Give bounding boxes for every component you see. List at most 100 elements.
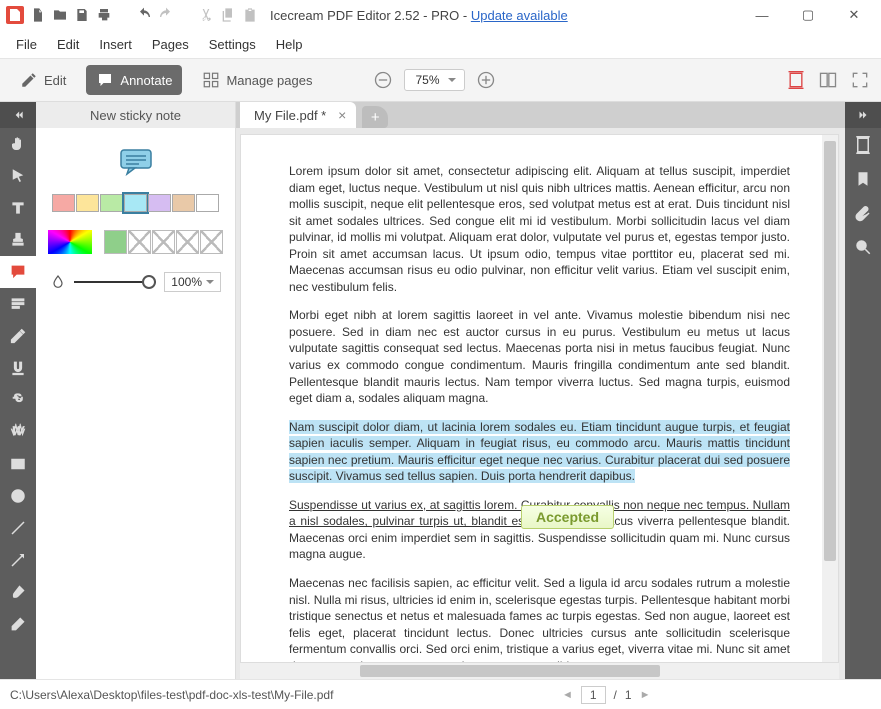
edit-label: Edit [44,73,66,88]
empty-swatch[interactable] [176,230,199,254]
opacity-slider[interactable] [74,281,156,283]
tab-label: My File.pdf * [254,108,326,123]
speech-icon [96,71,114,89]
menu-bar: File Edit Insert Pages Settings Help [0,30,881,58]
tool-line[interactable] [0,512,36,544]
tool-wavy[interactable]: W [0,416,36,448]
panel-attachments[interactable] [845,196,881,230]
tool-pencil[interactable] [0,320,36,352]
tool-text[interactable] [0,192,36,224]
swatch[interactable] [196,194,219,212]
copy-icon[interactable] [220,7,236,23]
zoom-select[interactable]: 75% [404,69,464,91]
swatch[interactable] [52,194,75,212]
new-tab-button[interactable]: + [362,106,388,128]
file-tab[interactable]: My File.pdf * × [240,102,356,128]
collapse-right-button[interactable] [845,102,881,128]
cut-icon[interactable] [198,7,214,23]
page-sep: / [614,688,617,702]
page-next-icon[interactable]: ► [640,689,651,701]
empty-swatch[interactable] [200,230,223,254]
tool-strikeout[interactable] [0,384,36,416]
tool-circle[interactable] [0,480,36,512]
tool-select[interactable] [0,160,36,192]
update-link[interactable]: Update available [471,8,568,23]
opacity-value[interactable]: 100% [164,272,221,292]
redo-icon[interactable] [158,7,174,23]
pencil-icon [20,71,38,89]
collapse-left-button[interactable] [0,102,36,128]
edit-mode-button[interactable]: Edit [10,65,76,95]
panel-search[interactable] [845,230,881,264]
two-page-button[interactable] [817,69,839,91]
swatch[interactable] [100,194,123,212]
paragraph-highlighted: Nam suscipit dolor diam, ut lacinia lore… [289,419,790,485]
fit-width-button[interactable] [785,69,807,91]
toolbar: Edit Annotate Manage pages 75% [0,58,881,102]
empty-swatch[interactable] [152,230,175,254]
grid-icon [202,71,220,89]
tool-hand[interactable] [0,128,36,160]
tab-close-icon[interactable]: × [338,107,346,123]
vertical-scrollbar[interactable] [822,135,838,662]
annotate-label: Annotate [120,73,172,88]
page-viewport[interactable]: Lorem ipsum dolor sit amet, consectetur … [240,134,839,663]
swatch-selected[interactable] [124,194,147,212]
page-number-input[interactable]: 1 [581,686,606,704]
maximize-button[interactable]: ▢ [785,0,831,30]
menu-settings[interactable]: Settings [201,33,264,56]
app-title-text: Icecream PDF Editor 2.52 - PRO - [270,8,471,23]
tool-rect[interactable] [0,448,36,480]
new-icon[interactable] [30,7,46,23]
right-tool-strip [845,102,881,679]
open-icon[interactable] [52,7,68,23]
manage-pages-button[interactable]: Manage pages [192,65,322,95]
paragraph: Morbi eget nibh at lorem sagittis laoree… [289,307,790,406]
empty-swatch[interactable] [128,230,151,254]
color-custom-row [48,230,223,254]
file-path: C:\Users\Alexa\Desktop\files-test\pdf-do… [10,688,333,702]
tool-note[interactable] [0,256,36,288]
swatch[interactable] [148,194,171,212]
pdf-page: Lorem ipsum dolor sit amet, consectetur … [241,135,838,663]
tool-brush[interactable] [0,576,36,608]
tool-underline[interactable] [0,352,36,384]
tool-arrow[interactable] [0,544,36,576]
tool-eraser[interactable] [0,608,36,640]
annotate-mode-button[interactable]: Annotate [86,65,182,95]
swatch[interactable] [76,194,99,212]
manage-label: Manage pages [226,73,312,88]
zoom-out-button[interactable] [372,69,394,91]
close-button[interactable]: ✕ [831,0,877,30]
save-icon[interactable] [74,7,90,23]
color-picker-button[interactable] [48,230,92,254]
tool-stamp[interactable] [0,224,36,256]
undo-icon[interactable] [136,7,152,23]
menu-file[interactable]: File [8,33,45,56]
menu-help[interactable]: Help [268,33,311,56]
page-prev-icon[interactable]: ◄ [562,689,573,701]
side-panel: New sticky note [36,102,236,679]
menu-insert[interactable]: Insert [91,33,140,56]
paragraph: Maecenas nec facilisis sapien, ac effici… [289,575,790,663]
paragraph: Lorem ipsum dolor sit amet, consectetur … [289,163,790,295]
print-icon[interactable] [96,7,112,23]
fullscreen-button[interactable] [849,69,871,91]
stamp-accepted[interactable]: Accepted [521,505,614,529]
opacity-icon [50,274,66,290]
document-area: My File.pdf * × + Lorem ipsum dolor sit … [236,102,845,679]
swatch[interactable] [172,194,195,212]
menu-pages[interactable]: Pages [144,33,197,56]
window-title: Icecream PDF Editor 2.52 - PRO - Update … [270,8,568,23]
color-presets[interactable] [52,194,219,212]
zoom-in-button[interactable] [475,69,497,91]
menu-edit[interactable]: Edit [49,33,87,56]
panel-bookmarks[interactable] [845,162,881,196]
panel-thumbnails[interactable] [845,128,881,162]
left-tool-strip: W [0,102,36,679]
paste-icon[interactable] [242,7,258,23]
horizontal-scrollbar[interactable] [240,663,839,679]
custom-swatch[interactable] [104,230,127,254]
tool-highlight[interactable] [0,288,36,320]
minimize-button[interactable]: — [739,0,785,30]
